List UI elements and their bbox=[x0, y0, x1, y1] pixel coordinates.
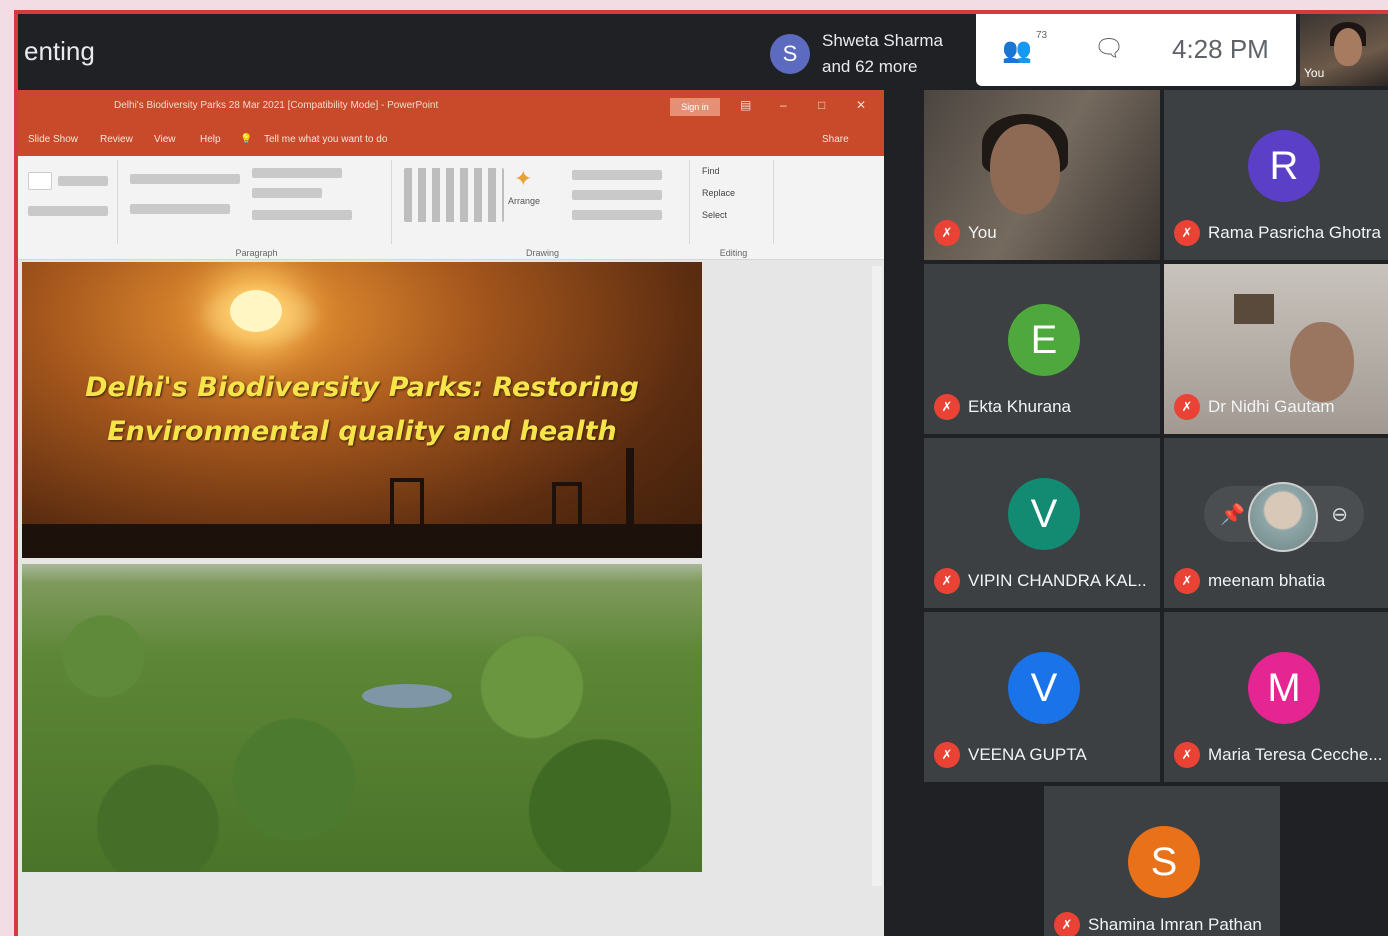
presenter-name: Shweta Sharma bbox=[822, 31, 943, 50]
people-icon[interactable]: 👥 bbox=[1002, 36, 1032, 65]
mic-off-icon: ✗ bbox=[1174, 742, 1200, 768]
slide-title: Delhi's Biodiversity Parks: Restoring En… bbox=[62, 366, 662, 454]
slide-scrollbar[interactable] bbox=[872, 266, 882, 886]
tell-me-search[interactable]: Tell me what you want to do bbox=[264, 134, 387, 145]
ppt-ribbon: Paragraph ✦ Arrange Drawing Find Replace… bbox=[18, 156, 884, 260]
meet-top-bar: enting S Shweta Sharma and 62 more 👥 73 … bbox=[18, 14, 1388, 90]
participant-picture bbox=[1248, 482, 1318, 552]
presenter-more: and 62 more bbox=[822, 57, 918, 76]
participant-name: VIPIN CHANDRA KAL... bbox=[968, 571, 1148, 590]
participant-tile[interactable]: E ✗ Ekta Khurana bbox=[924, 264, 1160, 434]
mic-off-icon: ✗ bbox=[934, 742, 960, 768]
remove-icon[interactable]: ⊖ bbox=[1331, 502, 1348, 527]
participant-tile[interactable]: S ✗ Shamina Imran Pathan bbox=[1044, 786, 1280, 936]
mic-off-icon: ✗ bbox=[1174, 220, 1200, 246]
close-icon[interactable]: ✕ bbox=[856, 98, 866, 112]
menu-review[interactable]: Review bbox=[100, 134, 133, 145]
slide-canvas: Delhi's Biodiversity Parks: Restoring En… bbox=[18, 260, 884, 936]
participant-tile[interactable]: R ✗ Rama Pasricha Ghotra bbox=[1164, 90, 1388, 260]
sign-in-button[interactable]: Sign in bbox=[670, 98, 720, 116]
minimize-icon[interactable]: – bbox=[780, 98, 787, 112]
menu-help[interactable]: Help bbox=[200, 134, 221, 145]
presenting-label: enting bbox=[24, 36, 95, 66]
replace-button[interactable]: Replace bbox=[702, 188, 735, 198]
people-count: 73 bbox=[1036, 30, 1048, 41]
participant-tile[interactable]: M ✗ Maria Teresa Cecche... bbox=[1164, 612, 1388, 782]
participant-tile[interactable]: ✗ Dr Nidhi Gautam bbox=[1164, 264, 1388, 434]
meeting-clock: 4:28 PM bbox=[1172, 34, 1269, 64]
pin-icon[interactable]: 📌 bbox=[1220, 502, 1245, 527]
mic-off-icon: ✗ bbox=[934, 220, 960, 246]
participant-avatar: R bbox=[1248, 130, 1320, 202]
presenter-avatar: S bbox=[770, 34, 810, 74]
participant-tile[interactable]: 📌 ⊖ ✗ meenam bhatia bbox=[1164, 438, 1388, 608]
participant-name: VEENA GUPTA bbox=[968, 745, 1087, 764]
find-button[interactable]: Find bbox=[702, 166, 720, 176]
meeting-info-panel: 👥 73 🗨 4:28 PM bbox=[976, 14, 1296, 86]
meet-window: enting S Shweta Sharma and 62 more 👥 73 … bbox=[14, 10, 1388, 936]
participant-avatar: E bbox=[1008, 304, 1080, 376]
arrange-label: Arrange bbox=[508, 196, 541, 206]
participant-video bbox=[1290, 322, 1354, 402]
sun-graphic bbox=[230, 290, 282, 332]
maximize-icon[interactable]: □ bbox=[818, 98, 825, 112]
ribbon-display-icon[interactable]: ▤ bbox=[740, 98, 751, 112]
participant-avatar: V bbox=[1008, 478, 1080, 550]
lightbulb-icon: 💡 bbox=[240, 134, 253, 145]
mic-off-icon: ✗ bbox=[934, 394, 960, 420]
participants-grid: ✗ You R ✗ Rama Pasricha Ghotra E ✗ Ekta … bbox=[924, 90, 1388, 936]
participant-avatar: S bbox=[1128, 826, 1200, 898]
slide-forest-image bbox=[22, 564, 702, 872]
participant-video bbox=[990, 124, 1060, 214]
participant-name: Rama Pasricha Ghotra bbox=[1208, 223, 1381, 242]
participant-tile[interactable]: V ✗ VIPIN CHANDRA KAL... bbox=[924, 438, 1160, 608]
participant-tile[interactable]: V ✗ VEENA GUPTA bbox=[924, 612, 1160, 782]
ppt-title-bar: Delhi's Biodiversity Parks 28 Mar 2021 [… bbox=[18, 90, 884, 126]
mic-off-icon: ✗ bbox=[1174, 394, 1200, 420]
slide-title-line-1: Delhi's Biodiversity Parks: Restoring bbox=[85, 372, 639, 403]
participant-name: Ekta Khurana bbox=[968, 397, 1072, 416]
mic-off-icon: ✗ bbox=[1054, 912, 1080, 936]
participant-name: You bbox=[968, 223, 997, 242]
shapes-gallery[interactable] bbox=[404, 168, 504, 222]
ribbon-label-editing: Editing bbox=[719, 248, 748, 258]
ribbon-group-drawing: ✦ Arrange Drawing bbox=[396, 160, 690, 258]
participant-name: Dr Nidhi Gautam bbox=[1208, 397, 1335, 416]
participant-name: Shamina Imran Pathan bbox=[1088, 915, 1262, 934]
ribbon-label-paragraph: Paragraph bbox=[235, 248, 278, 258]
ppt-menu-bar: Slide Show Review View Help 💡 Tell me wh… bbox=[18, 126, 884, 156]
self-view-thumbnail[interactable]: You bbox=[1300, 14, 1388, 86]
mic-off-icon: ✗ bbox=[1174, 568, 1200, 594]
menu-view[interactable]: View bbox=[154, 134, 176, 145]
self-view-label: You bbox=[1304, 66, 1325, 80]
presenter-chip[interactable]: S Shweta Sharma and 62 more bbox=[770, 22, 970, 86]
arrange-icon[interactable]: ✦ bbox=[514, 166, 532, 192]
ribbon-group-paragraph: Paragraph bbox=[122, 160, 392, 258]
mic-off-icon: ✗ bbox=[934, 568, 960, 594]
shared-powerpoint-window: Delhi's Biodiversity Parks 28 Mar 2021 [… bbox=[18, 90, 884, 936]
share-button[interactable]: Share bbox=[822, 134, 849, 145]
ppt-window-title: Delhi's Biodiversity Parks 28 Mar 2021 [… bbox=[114, 100, 439, 111]
participant-avatar: V bbox=[1008, 652, 1080, 724]
chat-icon[interactable]: 🗨 bbox=[1094, 34, 1124, 63]
participant-name: meenam bhatia bbox=[1208, 571, 1326, 590]
ribbon-group-editing: Find Replace Select Editing bbox=[694, 160, 774, 258]
slide-top-image: Delhi's Biodiversity Parks: Restoring En… bbox=[22, 262, 702, 558]
slide-title-line-2: Environmental quality and health bbox=[107, 416, 617, 447]
chimney bbox=[626, 448, 634, 528]
select-button[interactable]: Select bbox=[702, 210, 727, 220]
ribbon-group-font bbox=[22, 160, 118, 244]
menu-slide-show[interactable]: Slide Show bbox=[28, 134, 78, 145]
participant-name: Maria Teresa Cecche... bbox=[1208, 745, 1383, 764]
pond-graphic bbox=[362, 684, 452, 708]
participant-tile-you[interactable]: ✗ You bbox=[924, 90, 1160, 260]
participant-avatar: M bbox=[1248, 652, 1320, 724]
ribbon-label-drawing: Drawing bbox=[525, 248, 559, 258]
